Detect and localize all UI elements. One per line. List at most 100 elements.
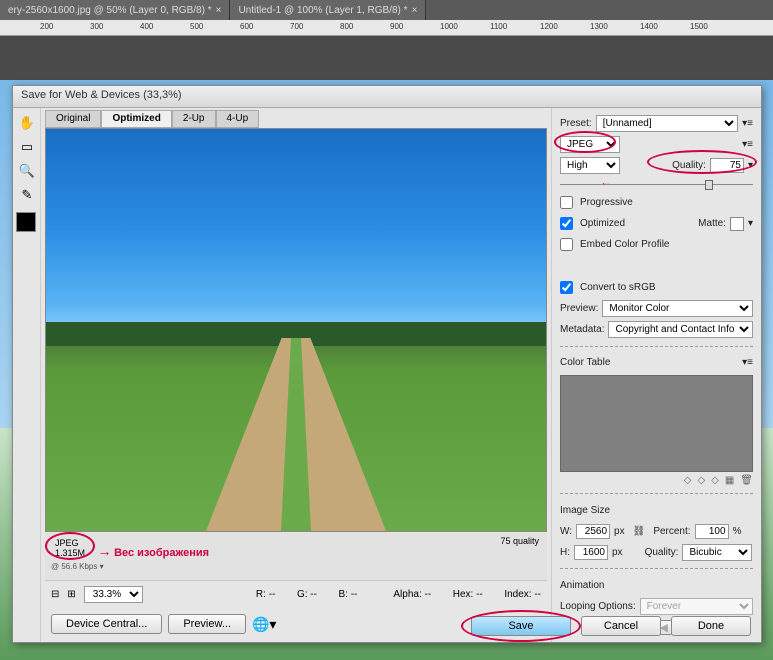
menu-icon[interactable]: ▾≡ (742, 139, 753, 150)
close-icon[interactable]: × (412, 5, 418, 16)
chevron-down-icon[interactable]: ▾ (748, 218, 753, 229)
chevron-down-icon[interactable]: ▾ (748, 160, 753, 171)
colortable-label: Color Table (560, 357, 610, 368)
right-panel: Preset:[Unnamed]▾≡ JPEG ▾≡ High Quality:… (551, 108, 761, 642)
ruler-mark: 1500 (690, 22, 708, 31)
ruler-mark: 1300 (590, 22, 608, 31)
ruler-mark: 800 (340, 22, 353, 31)
loop-label: Looping Options: (560, 601, 636, 612)
dialog-title: Save for Web & Devices (33,3%) (21, 89, 182, 101)
preview-image (46, 129, 546, 531)
tool-column: ✋ ▭ 🔍 ✎ (13, 108, 41, 642)
color-table[interactable] (560, 375, 753, 472)
annotation-text: Вес изображения (114, 547, 209, 559)
height-input[interactable] (574, 545, 608, 560)
optimized-checkbox[interactable] (560, 217, 573, 230)
trash-icon[interactable]: 🗑 (740, 475, 753, 486)
quality-label: Quality: (672, 160, 706, 171)
preview-label: Preview: (560, 303, 598, 314)
embed-profile-checkbox[interactable] (560, 238, 573, 251)
quality-preset-select[interactable]: High (560, 157, 620, 174)
quality-slider[interactable]: ← (560, 179, 753, 187)
h-label: H: (560, 547, 570, 558)
ruler-mark: 1100 (490, 22, 507, 31)
ruler-mark: 400 (140, 22, 153, 31)
menu-icon[interactable]: ▾≡ (742, 118, 753, 129)
eyedropper-tool-icon[interactable]: ✎ (16, 184, 38, 206)
format-label: JPEG (55, 538, 85, 548)
close-icon[interactable]: × (216, 5, 222, 16)
view-tabs: Original Optimized 2-Up 4-Up (45, 110, 547, 128)
slice-tool-icon[interactable]: ▭ (16, 136, 38, 158)
ruler-mark: 1200 (540, 22, 558, 31)
pct-label: Percent: (653, 526, 690, 537)
ct-icon[interactable]: ▦ (725, 475, 734, 486)
colortable-icons: ◇ ◇ ◇ ▦ 🗑 (560, 475, 753, 486)
loop-select: Forever (640, 598, 753, 615)
w-label: W: (560, 526, 572, 537)
pct-sym: % (733, 526, 742, 537)
done-button[interactable]: Done (671, 616, 751, 636)
doc-tab-0[interactable]: ery-2560x1600.jpg @ 50% (Layer 0, RGB/8)… (0, 0, 230, 20)
cancel-button[interactable]: Cancel (581, 616, 661, 636)
dialog-titlebar[interactable]: Save for Web & Devices (33,3%) (13, 86, 761, 108)
save-button[interactable]: Save (471, 616, 571, 636)
preview-select[interactable]: Monitor Color (602, 300, 753, 317)
filesize-label: 1.315M (55, 548, 85, 558)
doc-tab-1[interactable]: Untitled-1 @ 100% (Layer 1, RGB/8) *× (230, 0, 426, 20)
preset-select[interactable]: [Unnamed] (596, 115, 738, 132)
px-label: px (614, 526, 625, 537)
ct-icon[interactable]: ◇ (697, 475, 705, 486)
menu-icon[interactable]: ▾≡ (742, 357, 753, 368)
preview-button[interactable]: Preview... (168, 614, 246, 634)
resample-select[interactable]: Bicubic (682, 544, 752, 561)
image-size-label: Image Size (560, 505, 610, 516)
zoom-out-icon[interactable]: ⊟ (51, 589, 59, 600)
b-readout: B: -- (339, 589, 358, 600)
doc-tab-label: ery-2560x1600.jpg @ 50% (Layer 0, RGB/8)… (8, 5, 212, 16)
zoom-tool-icon[interactable]: 🔍 (16, 160, 38, 182)
ruler-mark: 500 (190, 22, 203, 31)
ruler-mark: 1400 (640, 22, 658, 31)
browser-preview-icon[interactable]: 🌐▾ (252, 616, 276, 633)
preview-box[interactable] (45, 128, 547, 532)
metadata-select[interactable]: Copyright and Contact Info (608, 321, 753, 338)
animation-label: Animation (560, 580, 604, 591)
r-readout: R: -- (256, 589, 275, 600)
tab-optimized[interactable]: Optimized (101, 110, 171, 128)
ct-icon[interactable]: ◇ (711, 475, 719, 486)
progressive-checkbox[interactable] (560, 196, 573, 209)
center-panel: Original Optimized 2-Up 4-Up JPEG 1.315M (41, 108, 551, 642)
zoom-select[interactable]: 33.3% (84, 586, 143, 603)
width-input[interactable] (576, 524, 610, 539)
tab-2up[interactable]: 2-Up (172, 110, 216, 128)
ct-icon[interactable]: ◇ (684, 475, 692, 486)
matte-swatch[interactable] (730, 217, 744, 231)
quality-input[interactable] (710, 158, 744, 173)
percent-input[interactable] (695, 524, 729, 539)
link-icon[interactable]: ⛓ (633, 526, 646, 537)
document-tabs: ery-2560x1600.jpg @ 50% (Layer 0, RGB/8)… (0, 0, 773, 20)
alpha-readout: Alpha: -- (393, 589, 431, 600)
zoom-in-icon[interactable]: ⊞ (67, 589, 75, 600)
matte-label: Matte: (698, 218, 726, 229)
speed-label: @ 56.6 Kbps (51, 562, 97, 571)
bottom-bar: ⊟ ⊞ 33.3% R: -- G: -- B: -- Alpha: -- He… (45, 580, 547, 608)
device-central-button[interactable]: Device Central... (51, 614, 162, 634)
quality-readout: 75 quality (500, 536, 539, 546)
resample-label: Quality: (645, 547, 679, 558)
metadata-label: Metadata: (560, 324, 604, 335)
tab-4up[interactable]: 4-Up (216, 110, 260, 128)
optimized-label: Optimized (580, 218, 625, 229)
footer-buttons: Save Cancel Done (471, 616, 751, 636)
color-swatch[interactable] (16, 212, 36, 232)
ruler: 200 300 400 500 600 700 800 900 1000 110… (0, 20, 773, 36)
hand-tool-icon[interactable]: ✋ (16, 112, 38, 134)
save-for-web-dialog: Save for Web & Devices (33,3%) ✋ ▭ 🔍 ✎ O… (12, 85, 762, 643)
format-select[interactable]: JPEG (560, 136, 620, 153)
ruler-mark: 200 (40, 22, 53, 31)
hex-readout: Hex: -- (453, 589, 483, 600)
info-strip: JPEG 1.315M → Вес изображения 75 quality… (45, 532, 547, 580)
convert-srgb-checkbox[interactable] (560, 281, 573, 294)
tab-original[interactable]: Original (45, 110, 101, 128)
